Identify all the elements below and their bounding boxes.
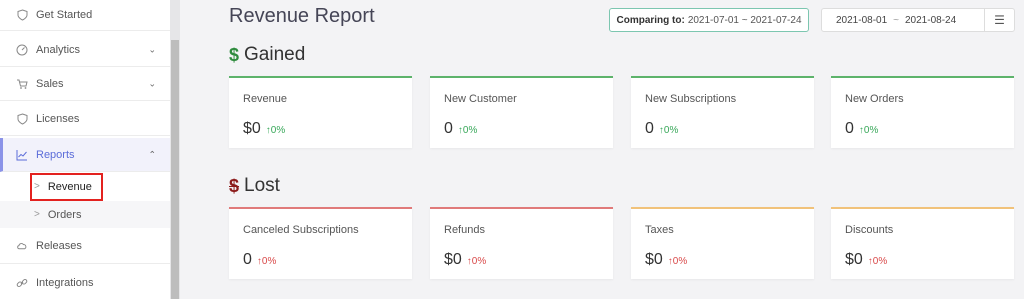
sidebar-item-label: Releases [36,239,82,252]
date-from[interactable]: 2021-08-01 [836,15,887,26]
card-delta-value: 0% [462,125,478,136]
card-value-number: $0 [444,251,462,268]
card-delta: ↑0% [265,125,286,136]
chevron-right-icon: > [34,209,40,220]
card-value: $0 ↑0% [243,120,285,138]
card-label: Refunds [444,224,485,236]
stat-card-taxes: Taxes $0 ↑0% [631,207,814,279]
card-label: New Subscriptions [645,93,737,105]
chevron-down-icon: ⌄ [148,44,156,55]
shield-icon [16,112,28,125]
date-range-picker[interactable]: 2021-08-01 ~ 2021-08-24 ☰ [821,8,1015,32]
card-delta-value: 0% [261,256,277,267]
compare-range-value: 2021-07-01 ~ 2021-07-24 [687,14,802,26]
section-title-label: Gained [244,44,306,65]
stat-card-revenue: Revenue $0 ↑0% [229,76,412,148]
stat-card-new-customer: New Customer 0 ↑0% [430,76,613,148]
cloud-icon [16,240,28,252]
card-value-number: 0 [444,120,453,137]
compare-range-button[interactable]: Comparing to: 2021-07-01 ~ 2021-07-24 [609,8,809,32]
sidebar-item-licenses[interactable]: Licenses [0,102,170,136]
dollar-slash-icon: $ [229,175,240,196]
dollar-icon: $ [229,44,240,65]
stat-card-new-subscriptions: New Subscriptions 0 ↑0% [631,76,814,148]
card-delta-value: 0% [872,256,888,267]
chevron-down-icon: ⌄ [148,78,156,89]
card-delta-value: 0% [471,256,487,267]
sidebar-item-label: Licenses [36,112,80,125]
card-value-number: $0 [645,251,663,268]
sidebar-subitem-label: Orders [47,208,82,221]
card-label: Discounts [845,224,894,236]
card-delta: ↑0% [867,256,888,267]
sidebar-item-label: Get Started [36,9,93,21]
sidebar-item-releases[interactable]: Releases [0,228,170,264]
stat-card-canceled-subscriptions: Canceled Subscriptions 0 ↑0% [229,207,412,279]
card-value: 0 ↑0% [645,120,678,138]
date-to[interactable]: 2021-08-24 [905,15,956,26]
sidebar-subitem-orders[interactable]: > Orders [0,201,170,228]
card-value: 0 ↑0% [845,120,878,138]
sidebar: Get Started Analytics ⌄ Sales ⌄ Licenses… [0,0,170,299]
card-value-number: 0 [645,120,654,137]
menu-icon[interactable]: ☰ [984,9,1014,31]
cart-icon [16,78,28,90]
card-value-number: 0 [845,120,854,137]
card-label: New Customer [444,93,517,105]
card-value-number: $0 [243,120,261,137]
card-value: $0 ↑0% [645,251,687,269]
card-delta: ↑0% [858,125,879,136]
card-value: 0 ↑0% [444,120,477,138]
card-delta-value: 0% [863,125,879,136]
sidebar-item-get-started[interactable]: Get Started [0,0,170,31]
chart-icon [16,149,28,161]
sidebar-item-label: Analytics [36,44,81,56]
card-delta-value: 0% [672,256,688,267]
card-value: $0 ↑0% [845,251,887,269]
card-delta: ↑0% [256,256,277,267]
sidebar-item-label: Integrations [36,277,94,289]
scrollbar-thumb[interactable] [171,40,179,299]
compare-label: Comparing to: [616,14,685,26]
sidebar-item-label: Reports [36,148,75,161]
chevron-up-icon: ⌃ [148,149,156,159]
sidebar-item-sales[interactable]: Sales ⌄ [0,68,170,101]
link-icon [16,277,28,289]
sidebar-item-analytics[interactable]: Analytics ⌄ [0,34,170,67]
card-value: $0 ↑0% [444,251,486,269]
card-delta: ↑0% [466,256,487,267]
sidebar-scrollbar[interactable] [170,0,180,299]
card-delta-value: 0% [270,125,286,136]
sidebar-item-label: Sales [36,78,64,90]
section-title-label: Lost [244,175,280,196]
card-delta-value: 0% [663,125,679,136]
sidebar-item-integrations[interactable]: Integrations [0,266,170,299]
stat-card-new-orders: New Orders 0 ↑0% [831,76,1014,148]
gauge-icon [16,44,28,56]
stat-card-refunds: Refunds $0 ↑0% [430,207,613,279]
card-delta: ↑0% [658,125,679,136]
card-delta: ↑0% [457,125,478,136]
card-label: New Orders [845,93,904,105]
date-separator: ~ [893,14,899,26]
card-value-number: $0 [845,251,863,268]
stat-card-discounts: Discounts $0 ↑0% [831,207,1014,279]
page-title: Revenue Report [229,5,375,27]
sidebar-item-reports[interactable]: Reports ⌃ [0,138,170,172]
card-label: Revenue [243,93,288,105]
section-title-gained: $ Gained [229,44,305,66]
card-label: Canceled Subscriptions [243,224,359,236]
card-delta: ↑0% [667,256,688,267]
highlight-box [30,173,103,201]
card-value-number: 0 [243,251,252,268]
card-label: Taxes [645,224,674,236]
shield-icon [16,9,28,21]
section-title-lost: $ Lost [229,175,280,197]
card-value: 0 ↑0% [243,251,276,269]
